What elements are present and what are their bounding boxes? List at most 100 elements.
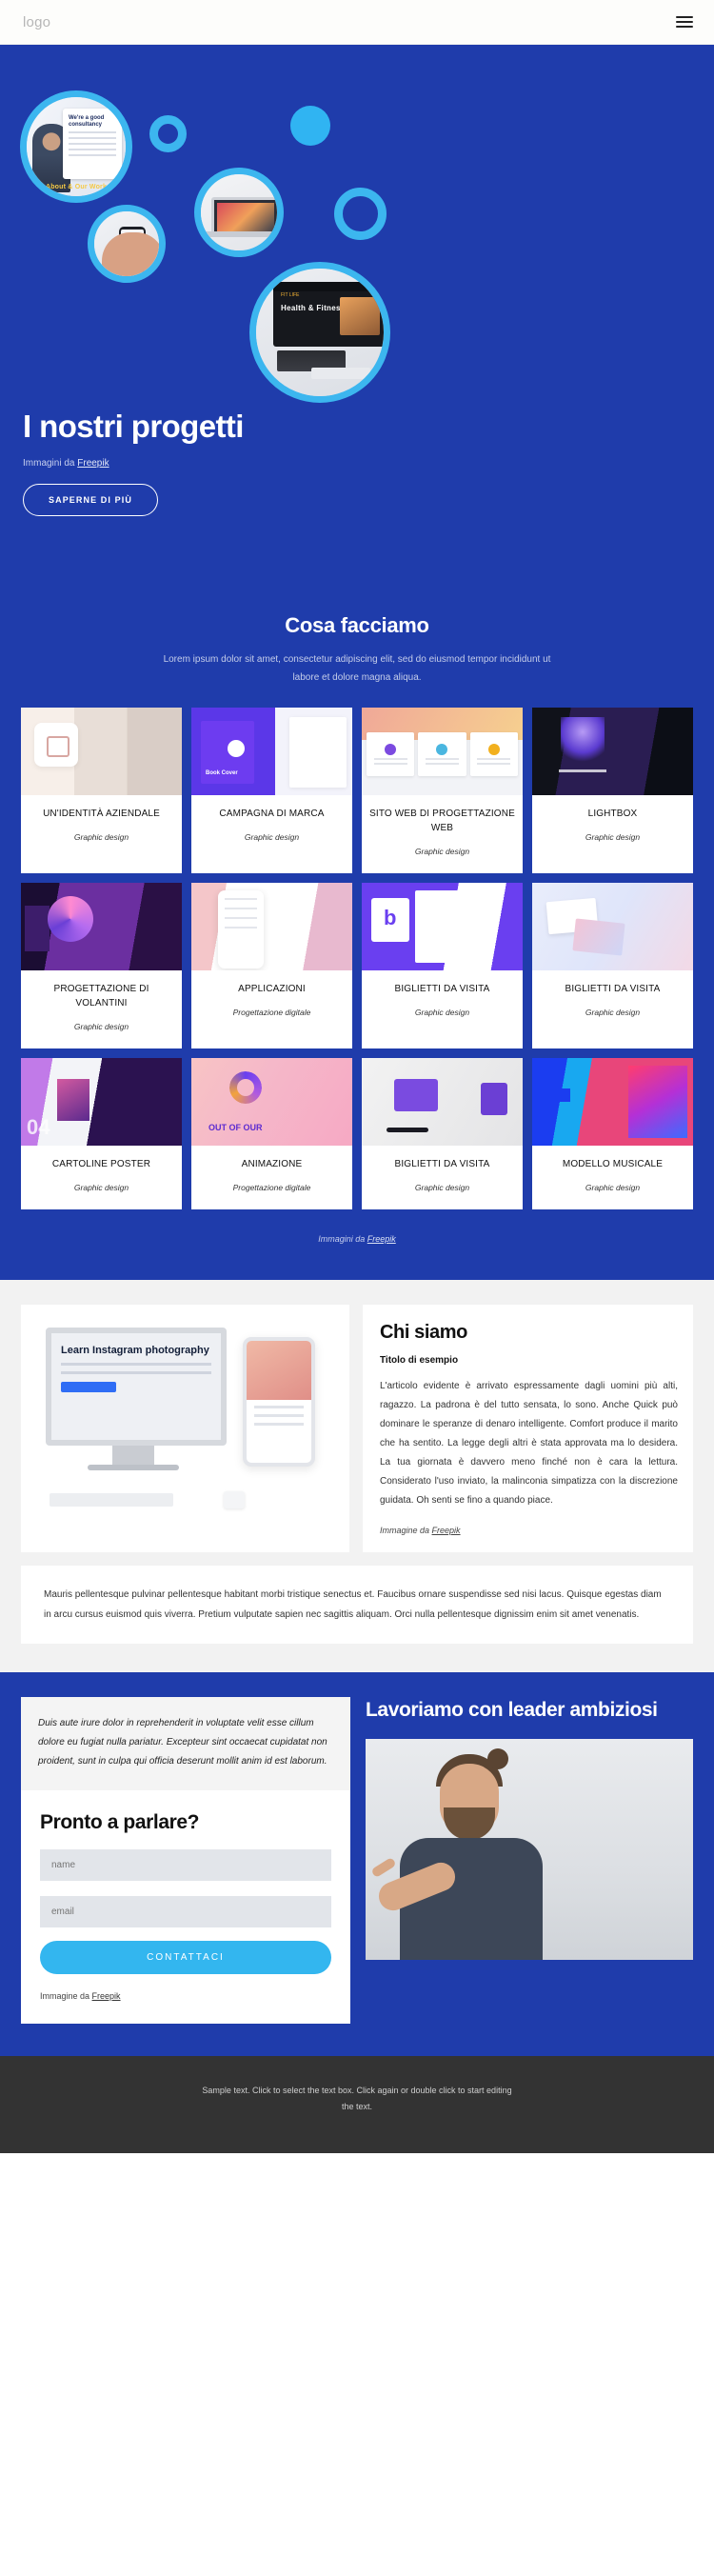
- work-subtext: Lorem ipsum dolor sit amet, consectetur …: [163, 654, 551, 683]
- portfolio-card[interactable]: UN'IDENTITÀ AZIENDALE Graphic design: [21, 708, 182, 873]
- about-subheading: Titolo di esempio: [380, 1355, 459, 1366]
- site-footer: Sample text. Click to select the text bo…: [0, 2056, 714, 2154]
- hamburger-menu-icon[interactable]: [676, 16, 693, 28]
- portfolio-card-subtitle: Graphic design: [73, 832, 129, 842]
- portfolio-card-subtitle: Graphic design: [585, 1008, 641, 1017]
- portfolio-card[interactable]: SITO WEB DI PROGETTAZIONE WEB Graphic des…: [362, 708, 523, 873]
- portfolio-card-title: BIGLIETTI DA VISITA: [394, 1159, 490, 1169]
- about-heading: Chi siamo: [380, 1322, 467, 1343]
- portfolio-card-title: UN'IDENTITÀ AZIENDALE: [43, 809, 160, 819]
- contact-submit-button[interactable]: CONTATTACI: [40, 1941, 331, 1974]
- contact-quote-box: Duis aute irure dolor in reprehenderit i…: [21, 1697, 350, 1790]
- portfolio-card-title: SITO WEB DI PROGETTAZIONE WEB: [369, 809, 515, 833]
- email-input[interactable]: [40, 1896, 331, 1927]
- contact-form: Pronto a parlare? CONTATTACI Immagine da…: [21, 1790, 350, 2024]
- portfolio-card[interactable]: BIGLIETTI DA VISITA Graphic design: [362, 883, 523, 1048]
- contact-credit-prefix: Immagine da: [40, 1991, 92, 2001]
- portfolio-card-body: ANIMAZIONE Progettazione digitale: [191, 1146, 352, 1209]
- hero-photo-laptop: [194, 168, 284, 257]
- hero-photo-consultancy: We're a good consultancy About & Our Wor…: [20, 90, 132, 203]
- hero-photo-card-badge: About & Our Work: [45, 184, 108, 190]
- contact-right-heading: Lavoriamo con leader ambiziosi: [366, 1699, 658, 1721]
- hero-section: We're a good consultancy About & Our Wor…: [0, 45, 714, 583]
- decorative-ring-large: [334, 188, 387, 240]
- portfolio-card-title: APPLICAZIONI: [238, 984, 306, 994]
- portfolio-card-title: CAMPAGNA DI MARCA: [219, 809, 325, 819]
- mockup-screen-title: Learn Instagram photography: [61, 1345, 209, 1356]
- portfolio-card-subtitle: Graphic design: [73, 1183, 129, 1192]
- work-heading: Cosa facciamo: [285, 613, 429, 637]
- portfolio-card-thumbnail: [532, 1058, 693, 1146]
- portfolio-grid: UN'IDENTITÀ AZIENDALE Graphic design CAMPA…: [0, 708, 714, 1209]
- portfolio-card-thumbnail: [21, 883, 182, 970]
- contact-credit-link[interactable]: Freepik: [92, 1991, 121, 2001]
- about-credit-link[interactable]: Freepik: [432, 1526, 461, 1535]
- portfolio-card[interactable]: CAMPAGNA DI MARCA Graphic design: [191, 708, 352, 873]
- portfolio-card[interactable]: BIGLIETTI DA VISITA Graphic design: [362, 1058, 523, 1209]
- portfolio-card-body: APPLICAZIONI Progettazione digitale: [191, 970, 352, 1048]
- work-credit: Immagini da Freepik: [0, 1234, 714, 1244]
- about-note-text: Mauris pellentesque pulvinar pellentesqu…: [21, 1566, 693, 1644]
- portfolio-card-subtitle: Progettazione digitale: [232, 1008, 311, 1017]
- contact-left-column: Duis aute irure dolor in reprehenderit i…: [21, 1697, 350, 2024]
- portfolio-card-thumbnail: [21, 708, 182, 795]
- about-mockup-illustration: Learn Instagram photography: [34, 1320, 336, 1510]
- hero-credit: Immagini da Freepik: [23, 458, 244, 469]
- portfolio-card-thumbnail: [362, 708, 523, 795]
- portfolio-card-title: BIGLIETTI DA VISITA: [394, 984, 490, 994]
- contact-section: Duis aute irure dolor in reprehenderit i…: [0, 1672, 714, 2056]
- portfolio-card-body: BIGLIETTI DA VISITA Graphic design: [362, 970, 523, 1048]
- site-logo[interactable]: logo: [23, 14, 50, 30]
- portfolio-card[interactable]: 04 CARTOLINE POSTER Graphic design: [21, 1058, 182, 1209]
- portfolio-card-thumbnail: [191, 883, 352, 970]
- portfolio-card-title: MODELLO MUSICALE: [562, 1159, 664, 1169]
- portfolio-card-thumbnail: OUT OF OUR: [191, 1058, 352, 1146]
- portfolio-card-subtitle: Graphic design: [73, 1022, 129, 1031]
- portfolio-card[interactable]: LIGHTBOX Graphic design: [532, 708, 693, 873]
- contact-right-column: Lavoriamo con leader ambiziosi: [366, 1697, 693, 2024]
- about-section: Learn Instagram photography Chi siamo Ti…: [0, 1280, 714, 1672]
- portfolio-card-body: UN'IDENTITÀ AZIENDALE Graphic design: [21, 795, 182, 873]
- about-credit-prefix: Immagine da: [380, 1526, 432, 1535]
- portfolio-card[interactable]: OUT OF OUR ANIMAZIONE Progettazione digita…: [191, 1058, 352, 1209]
- page-root: logo We're a good consultancy About & Ou…: [0, 0, 714, 2154]
- portfolio-card[interactable]: PROGETTAZIONE DI VOLANTINI Graphic design: [21, 883, 182, 1048]
- portfolio-card-thumbnail: [362, 883, 523, 970]
- hero-text-block: I nostri progetti Immagini da Freepik SA…: [23, 409, 244, 516]
- portfolio-card[interactable]: APPLICAZIONI Progettazione digitale: [191, 883, 352, 1048]
- about-image-panel: Learn Instagram photography: [21, 1305, 349, 1552]
- portfolio-card-thumbnail: 04: [21, 1058, 182, 1146]
- portfolio-card-body: CARTOLINE POSTER Graphic design: [21, 1146, 182, 1209]
- portfolio-card-body: BIGLIETTI DA VISITA Graphic design: [532, 970, 693, 1048]
- portfolio-card-thumbnail: [362, 1058, 523, 1146]
- portfolio-card-body: BIGLIETTI DA VISITA Graphic design: [362, 1146, 523, 1209]
- decorative-dot: [290, 106, 330, 146]
- footer-text: Sample text. Click to select the text bo…: [202, 2086, 512, 2112]
- hero-photo-fitness: FIT LIFE Health & Fitness CLub: [249, 262, 390, 403]
- hero-cta-button[interactable]: SAPERNE DI PIÙ: [23, 484, 158, 516]
- portfolio-card-subtitle: Progettazione digitale: [232, 1183, 311, 1192]
- portfolio-card-subtitle: Graphic design: [585, 1183, 641, 1192]
- portfolio-card-subtitle: Graphic design: [414, 1183, 470, 1192]
- portfolio-card-subtitle: Graphic design: [585, 832, 641, 842]
- contact-credit: Immagine da Freepik: [40, 1991, 331, 2001]
- about-body-text: L'articolo evidente è arrivato espressam…: [380, 1381, 678, 1506]
- name-input[interactable]: [40, 1849, 331, 1881]
- portfolio-card-title: BIGLIETTI DA VISITA: [565, 984, 661, 994]
- about-text-panel: Chi siamo Titolo di esempio L'articolo e…: [363, 1305, 693, 1552]
- portfolio-card-body: LIGHTBOX Graphic design: [532, 795, 693, 873]
- about-credit: Immagine da Freepik: [380, 1526, 678, 1535]
- work-credit-link[interactable]: Freepik: [367, 1234, 396, 1244]
- portfolio-card-body: PROGETTAZIONE DI VOLANTINI Graphic design: [21, 970, 182, 1048]
- portfolio-card[interactable]: BIGLIETTI DA VISITA Graphic design: [532, 883, 693, 1048]
- decorative-ring-small: [149, 115, 187, 152]
- hero-credit-prefix: Immagini da: [23, 458, 78, 469]
- portfolio-card-thumbnail: [532, 708, 693, 795]
- portfolio-card-body: CAMPAGNA DI MARCA Graphic design: [191, 795, 352, 873]
- work-section: Cosa facciamo Lorem ipsum dolor sit amet…: [0, 583, 714, 1280]
- hero-credit-link[interactable]: Freepik: [77, 458, 109, 469]
- page-title: I nostri progetti: [23, 409, 244, 444]
- contact-form-heading: Pronto a parlare?: [40, 1811, 200, 1833]
- site-header: logo: [0, 0, 714, 45]
- portfolio-card[interactable]: MODELLO MUSICALE Graphic design: [532, 1058, 693, 1209]
